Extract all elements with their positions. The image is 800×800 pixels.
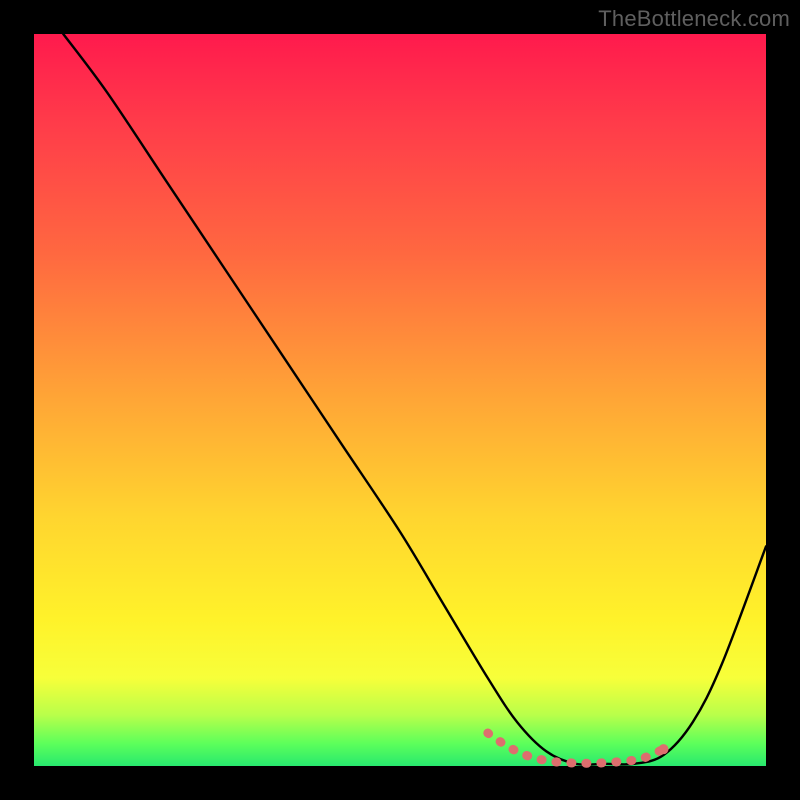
- watermark-text: TheBottleneck.com: [598, 6, 790, 32]
- sweet-spot-marker: [488, 733, 664, 763]
- curve-layer: [34, 34, 766, 766]
- plot-area: [34, 34, 766, 766]
- sweet-spot-end-dot: [659, 744, 669, 754]
- bottleneck-curve: [63, 34, 766, 765]
- chart-frame: TheBottleneck.com: [0, 0, 800, 800]
